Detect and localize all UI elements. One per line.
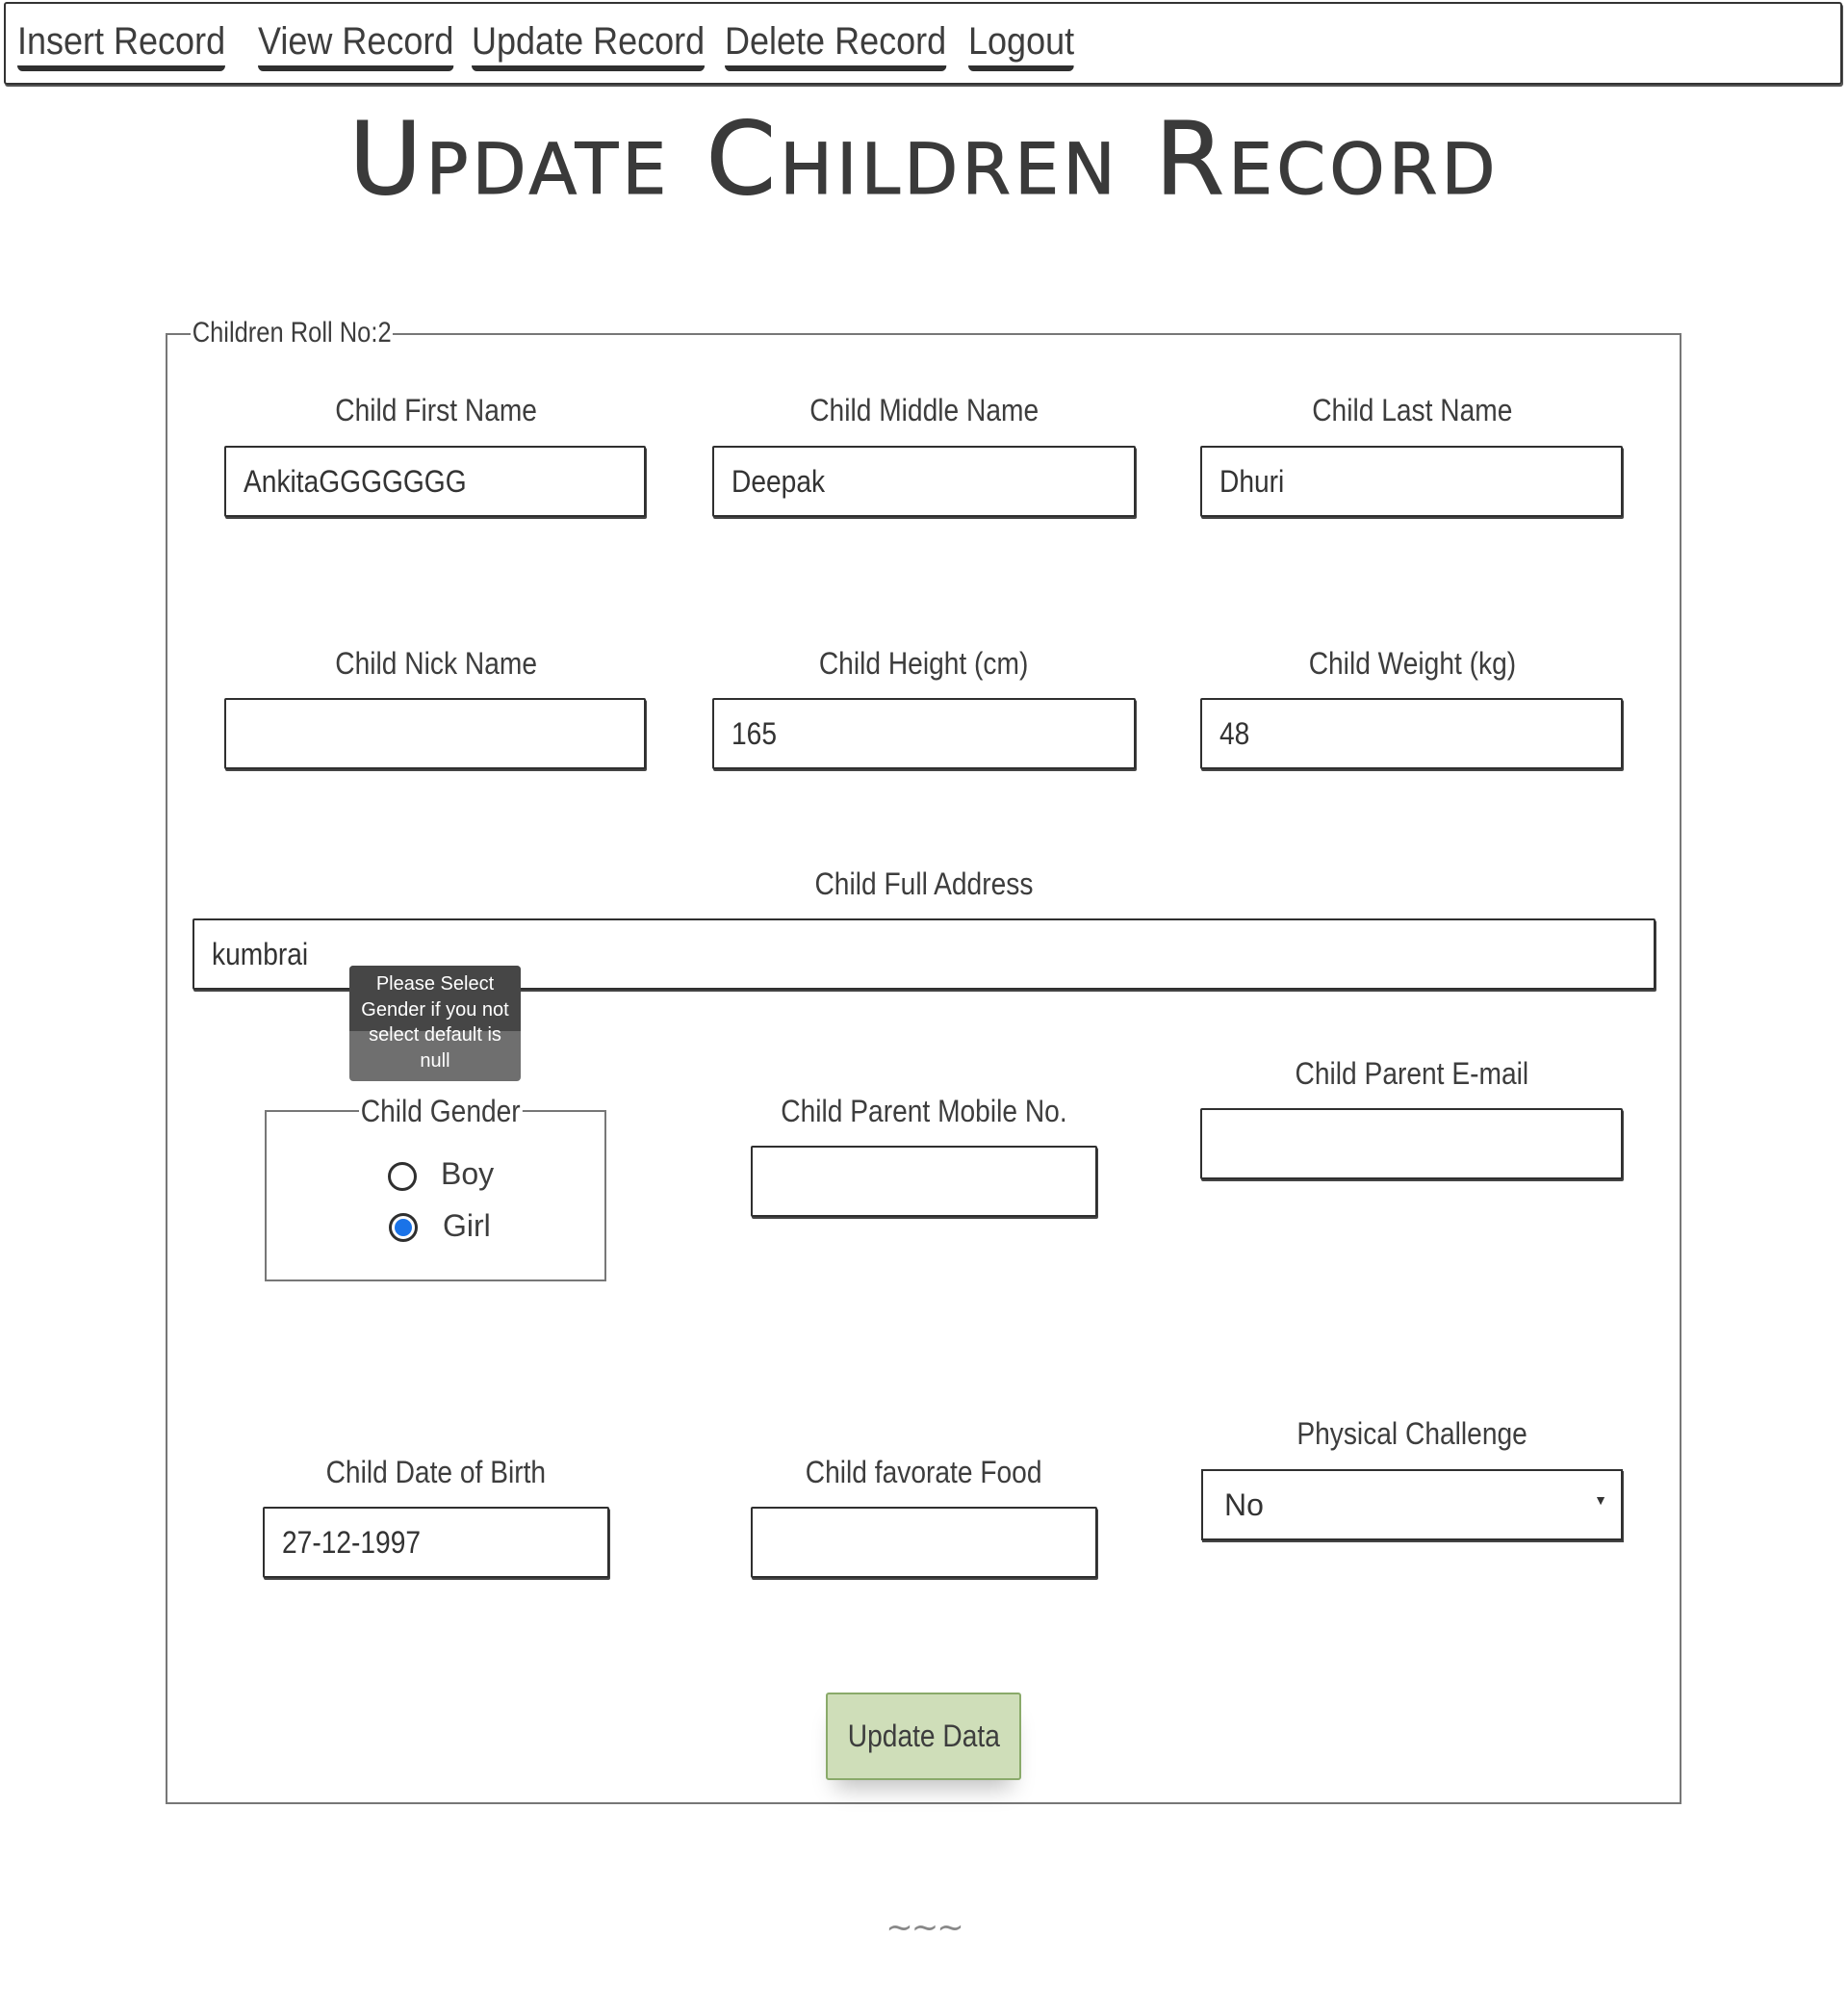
first-name-input[interactable]: AnkitaGGGGGGG (224, 446, 646, 517)
nav-logout[interactable]: Logout (968, 19, 1075, 71)
middle-name-input[interactable]: Deepak (712, 446, 1136, 517)
gender-boy-radio[interactable] (388, 1162, 417, 1191)
nav-update-record[interactable]: Update Record (472, 19, 706, 71)
address-label-text: Child Full Address (814, 866, 1034, 901)
height-label-text: Child Height (cm) (819, 646, 1029, 681)
page-title: Update Children Record (348, 100, 1500, 218)
height-value: 165 (732, 716, 777, 751)
gender-legend: Child Gender (359, 1092, 523, 1130)
food-label: Child favorate Food (712, 1453, 1136, 1491)
weight-label-text: Child Weight (kg) (1308, 646, 1516, 681)
nick-name-label-text: Child Nick Name (335, 646, 537, 681)
physical-challenge-select[interactable]: No ▼ (1201, 1469, 1623, 1540)
dob-label-text: Child Date of Birth (325, 1455, 547, 1489)
parent-mobile-input[interactable] (751, 1146, 1097, 1217)
nick-name-label: Child Nick Name (224, 644, 648, 683)
parent-email-label: Child Parent E-mail (1200, 1054, 1624, 1093)
address-label: Child Full Address (712, 865, 1136, 903)
weight-label: Child Weight (kg) (1200, 644, 1624, 683)
nav-insert-record[interactable]: Insert Record (17, 19, 226, 71)
footer-squiggle: ~~~ (886, 1908, 963, 1947)
height-input[interactable]: 165 (712, 698, 1136, 769)
parent-email-input[interactable] (1200, 1108, 1623, 1179)
food-label-text: Child favorate Food (806, 1455, 1042, 1489)
last-name-value: Dhuri (1219, 464, 1285, 499)
first-name-label-text: Child First Name (335, 393, 537, 427)
dob-input[interactable]: 27-12-1997 (263, 1507, 609, 1578)
update-data-button[interactable]: Update Data (826, 1693, 1021, 1780)
first-name-value: AnkitaGGGGGGG (244, 464, 467, 499)
gender-girl-label: Girl (443, 1208, 491, 1243)
gender-fieldset (265, 1110, 606, 1281)
gender-tooltip: Please Select Gender if you not select d… (349, 966, 521, 1081)
physical-challenge-value: No (1224, 1487, 1264, 1522)
weight-value: 48 (1219, 716, 1250, 751)
gender-girl-radio[interactable] (389, 1213, 418, 1242)
dob-value: 27-12-1997 (282, 1525, 422, 1560)
physical-challenge-label: Physical Challenge (1200, 1414, 1624, 1453)
first-name-label: Child First Name (224, 391, 648, 429)
height-label: Child Height (cm) (712, 644, 1136, 683)
food-input[interactable] (751, 1507, 1097, 1578)
weight-input[interactable]: 48 (1200, 698, 1623, 769)
middle-name-label-text: Child Middle Name (809, 393, 1039, 427)
last-name-input[interactable]: Dhuri (1200, 446, 1623, 517)
middle-name-value: Deepak (732, 464, 826, 499)
address-value: kumbrai (212, 937, 309, 971)
middle-name-label: Child Middle Name (712, 391, 1136, 429)
parent-email-label-text: Child Parent E-mail (1295, 1056, 1529, 1091)
dob-label: Child Date of Birth (224, 1453, 648, 1491)
last-name-label: Child Last Name (1200, 391, 1624, 429)
update-data-button-label: Update Data (847, 1719, 1000, 1753)
fieldset-legend: Children Roll No:2 (191, 314, 394, 352)
nav-view-record[interactable]: View Record (258, 19, 454, 71)
last-name-label-text: Child Last Name (1311, 393, 1513, 427)
gender-boy-label: Boy (441, 1156, 495, 1191)
nav-delete-record[interactable]: Delete Record (725, 19, 947, 71)
parent-mobile-label-text: Child Parent Mobile No. (781, 1094, 1067, 1128)
physical-challenge-label-text: Physical Challenge (1296, 1416, 1527, 1451)
chevron-down-icon: ▼ (1594, 1492, 1607, 1508)
nick-name-input[interactable] (224, 698, 646, 769)
parent-mobile-label: Child Parent Mobile No. (712, 1092, 1136, 1130)
